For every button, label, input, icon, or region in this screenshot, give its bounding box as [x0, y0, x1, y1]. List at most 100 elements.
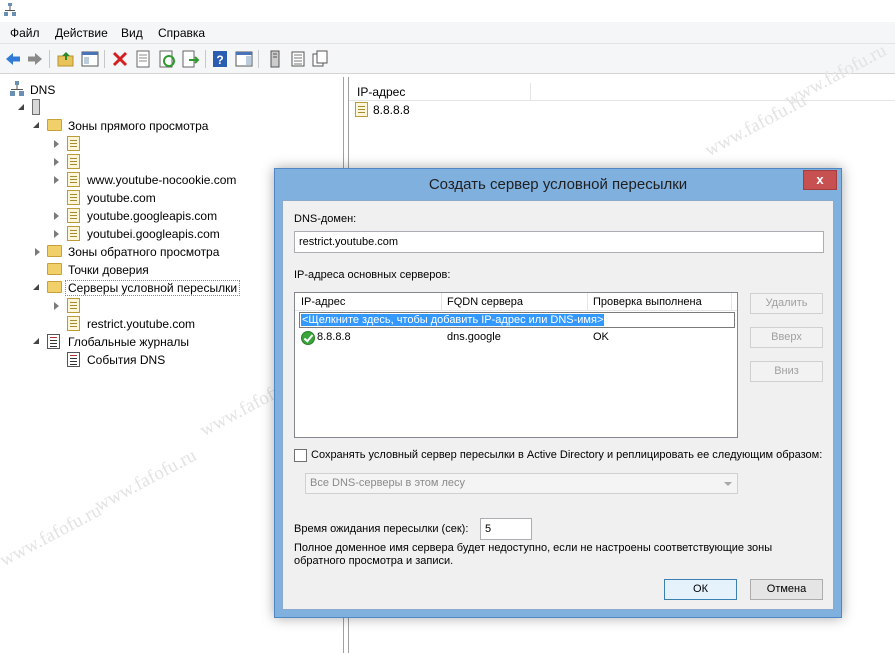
tree-node-server[interactable] [18, 99, 58, 117]
show-hide-tree-icon[interactable] [81, 50, 99, 68]
master-servers-label: IP-адреса основных серверов: [294, 269, 451, 281]
add-server-prompt[interactable]: <Щелкните здесь, чтобы добавить IP-адрес… [301, 314, 605, 326]
forward-icon[interactable] [26, 50, 44, 68]
tree-node-forwarder[interactable] [52, 297, 92, 315]
expand-arrow-icon[interactable] [33, 338, 39, 344]
zone-icon [67, 316, 80, 331]
replication-scope-select[interactable]: Все DNS-серверы в этом лесу [305, 473, 738, 494]
tree-label: Зоны обратного просмотра [68, 245, 220, 259]
window-titlebar [0, 0, 895, 22]
tree-label: События DNS [87, 353, 166, 367]
store-in-ad-label: Сохранять условный сервер пересылки в Ac… [311, 449, 823, 461]
add-server-edit-row[interactable]: <Щелкните здесь, чтобы добавить IP-адрес… [299, 312, 735, 328]
tree-label: Точки доверия [68, 263, 149, 277]
menu-help[interactable]: Справка [158, 26, 205, 40]
toolbar: ? [0, 44, 895, 74]
store-in-ad-checkbox[interactable] [294, 449, 307, 462]
cancel-button[interactable]: Отмена [750, 579, 823, 600]
tree-node-forward-zones[interactable]: Зоны прямого просмотра [33, 117, 333, 135]
menu-view[interactable]: Вид [121, 26, 143, 40]
tree-label: DNS [30, 83, 56, 97]
zone-icon [67, 136, 80, 151]
collapse-arrow-icon[interactable] [54, 302, 59, 310]
zone-icon [67, 208, 80, 223]
ok-button[interactable]: ОК [664, 579, 737, 600]
timeout-label: Время ожидания пересылки (сек): [294, 523, 469, 535]
collapse-arrow-icon[interactable] [54, 212, 59, 220]
tree-node-zone[interactable] [52, 135, 92, 153]
validated-check-icon [301, 331, 315, 345]
dns-domain-input[interactable]: restrict.youtube.com [294, 231, 824, 253]
column-header-fqdn[interactable]: FQDN сервера [447, 296, 523, 308]
row-fqdn: dns.google [447, 331, 501, 343]
new-conditional-forwarder-dialog: Создать сервер условной пересылки x DNS-… [274, 168, 842, 618]
column-divider[interactable] [441, 293, 442, 311]
tree-label: Серверы условной пересылки [65, 280, 241, 296]
toolbar-separator [104, 50, 105, 68]
toolbar-separator [49, 50, 50, 68]
close-button[interactable]: x [803, 170, 837, 190]
toolbar-separator [258, 50, 259, 68]
master-servers-list[interactable]: IP-адрес FQDN сервера Проверка выполнена… [294, 292, 738, 438]
back-icon[interactable] [4, 50, 22, 68]
dns-domain-label: DNS-домен: [294, 213, 357, 225]
tree-label: restrict.youtube.com [87, 317, 196, 331]
up-folder-icon[interactable] [57, 50, 75, 68]
list-icon[interactable] [289, 50, 307, 68]
folder-icon [47, 245, 62, 257]
zone-icon [67, 190, 80, 205]
delete-icon[interactable] [111, 50, 129, 68]
expand-arrow-icon[interactable] [33, 284, 39, 290]
column-header-ip[interactable]: IP-адрес [357, 85, 405, 99]
menu-action[interactable]: Действие [55, 26, 108, 40]
tree-label: youtubei.googleapis.com [87, 227, 220, 241]
refresh-icon[interactable] [158, 50, 176, 68]
tree-label: Зоны прямого просмотра [68, 119, 209, 133]
properties-icon[interactable] [134, 50, 152, 68]
copy-icon[interactable] [311, 50, 329, 68]
column-divider[interactable] [587, 293, 588, 311]
server-icon[interactable] [266, 50, 284, 68]
zone-icon [67, 172, 80, 187]
expand-arrow-icon[interactable] [18, 104, 24, 110]
tree-node-zone[interactable] [52, 153, 92, 171]
svg-text:?: ? [216, 53, 223, 67]
collapse-arrow-icon[interactable] [54, 230, 59, 238]
collapse-arrow-icon[interactable] [54, 176, 59, 184]
column-header-validated[interactable]: Проверка выполнена [593, 296, 702, 308]
column-divider[interactable] [731, 293, 732, 311]
zone-icon [67, 226, 80, 241]
export-list-icon[interactable] [181, 50, 199, 68]
server-icon [32, 99, 40, 115]
folder-icon [47, 119, 62, 131]
dialog-title: Создать сервер условной пересылки [428, 176, 688, 193]
log-icon [47, 334, 60, 349]
zone-icon [67, 154, 80, 169]
dns-icon [10, 81, 24, 96]
folder-icon [47, 281, 62, 293]
collapse-arrow-icon[interactable] [54, 158, 59, 166]
move-down-button[interactable]: Вниз [750, 361, 823, 382]
collapse-arrow-icon[interactable] [54, 140, 59, 148]
action-pane-icon[interactable] [235, 50, 253, 68]
delete-button[interactable]: Удалить [750, 293, 823, 314]
timeout-input[interactable]: 5 [480, 518, 532, 540]
folder-icon [47, 263, 62, 275]
dns-app-icon [4, 3, 16, 16]
collapse-arrow-icon[interactable] [35, 248, 40, 256]
tree-label: youtube.com [87, 191, 156, 205]
tree-node-dns[interactable]: DNS [10, 81, 210, 99]
reverse-lookup-note: Полное доменное имя сервера будет недост… [294, 542, 773, 567]
help-icon[interactable]: ? [211, 50, 229, 68]
replication-scope-value: Все DNS-серверы в этом лесу [310, 477, 466, 489]
move-up-button[interactable]: Вверх [750, 327, 823, 348]
menu-file[interactable]: Файл [10, 26, 40, 40]
tree-label: www.youtube-nocookie.com [87, 173, 237, 187]
zone-icon [67, 298, 80, 313]
tree-label: Глобальные журналы [68, 335, 190, 349]
column-divider[interactable] [530, 83, 531, 101]
column-header-ip[interactable]: IP-адрес [301, 296, 345, 308]
details-item-label: 8.8.8.8 [373, 103, 410, 117]
details-list-item[interactable]: 8.8.8.8 [355, 101, 475, 119]
expand-arrow-icon[interactable] [33, 122, 39, 128]
